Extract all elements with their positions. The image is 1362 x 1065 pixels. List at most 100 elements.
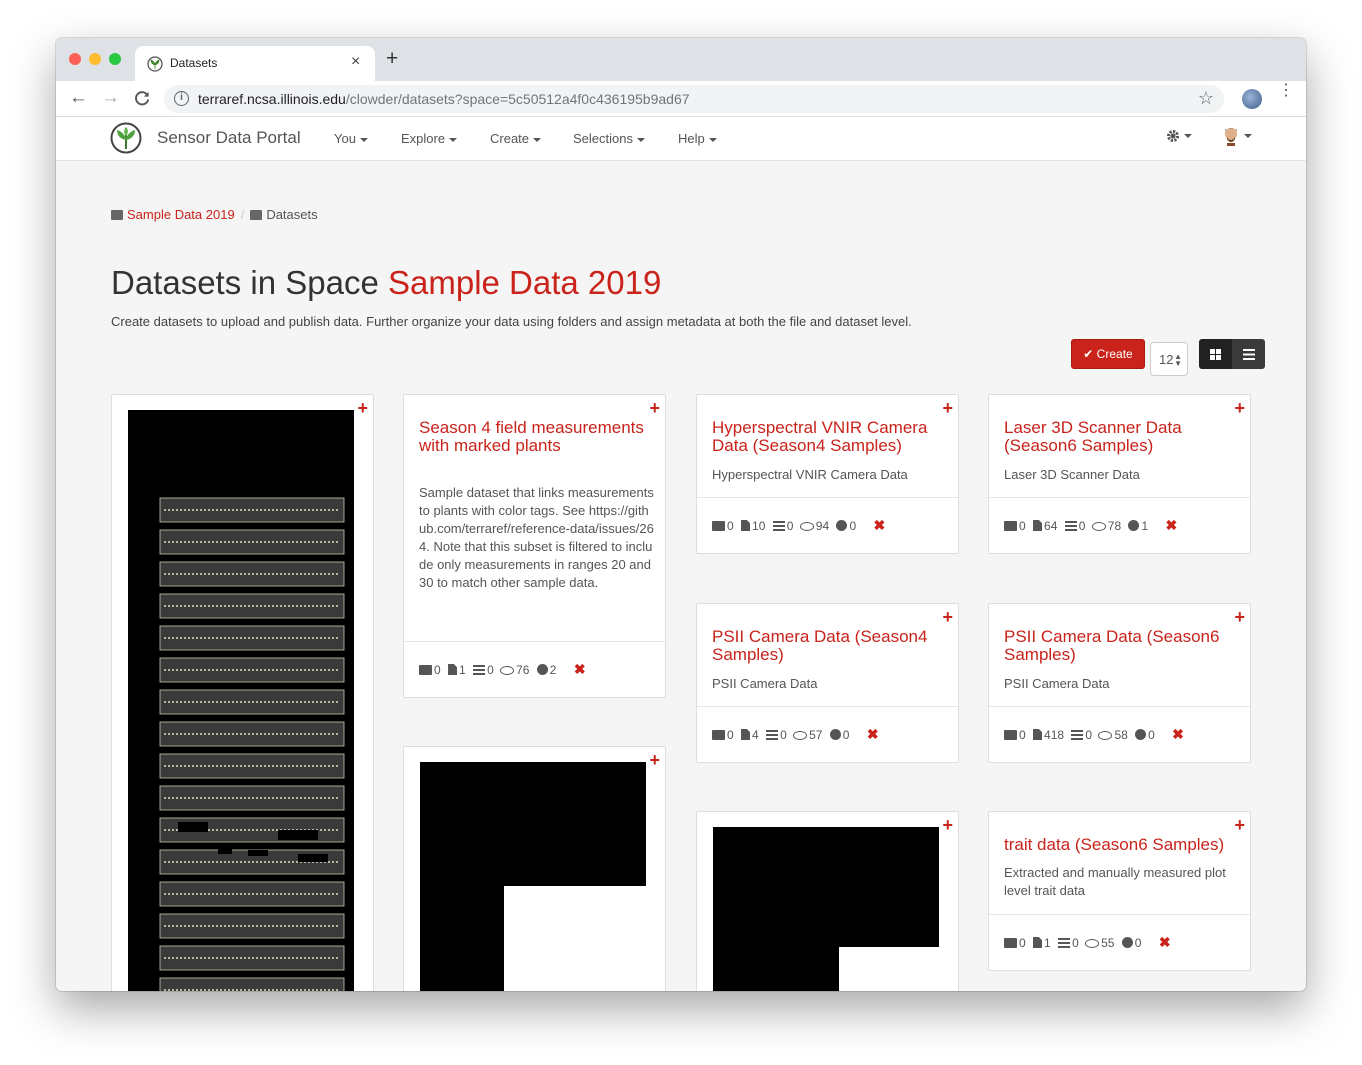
nav-menu-explore[interactable]: Explore — [401, 131, 458, 146]
nav-menu-help[interactable]: Help — [678, 131, 717, 146]
new-tab-button[interactable]: + — [386, 48, 398, 69]
download-icon — [829, 729, 841, 740]
dataset-card[interactable]: + PSII Camera Data (Season4 Samples) PSI… — [696, 603, 959, 763]
dataset-card[interactable]: + Laser 3D Scanner Data (Season6 Samples… — [988, 394, 1251, 554]
add-to-collection-icon[interactable]: + — [1234, 398, 1245, 418]
dataset-stats-row: 0 418 0 58 0 ✖ — [1004, 726, 1184, 743]
dataset-card[interactable]: + Hyperspectral VNIR Camera Data (Season… — [696, 394, 959, 554]
page-size-value: 12 — [1159, 352, 1174, 367]
add-to-collection-icon[interactable]: + — [942, 398, 953, 418]
file-icon — [1033, 520, 1043, 531]
back-button[interactable]: ← — [69, 88, 88, 108]
list-view-button[interactable] — [1232, 339, 1265, 369]
dataset-description: PSII Camera Data — [712, 676, 818, 691]
browser-tab[interactable]: Datasets × — [135, 46, 375, 81]
eye-icon — [500, 666, 515, 675]
view-count: 55 — [1101, 936, 1115, 950]
close-window-button[interactable] — [69, 53, 81, 65]
site-favicon-icon — [147, 56, 163, 72]
folder-count: 0 — [727, 728, 734, 742]
settings-menu[interactable] — [1166, 127, 1192, 145]
nav-menu-create[interactable]: Create — [490, 131, 542, 146]
dataset-card[interactable]: + Season 4 field measurements with marke… — [403, 394, 666, 698]
user-menu[interactable] — [1222, 126, 1252, 146]
brand-name[interactable]: Sensor Data Portal — [157, 128, 301, 148]
address-bar[interactable]: i terraref.ncsa.illinois.edu/clowder/dat… — [164, 85, 1224, 113]
folder-count: 0 — [1019, 519, 1026, 533]
dataset-title-link[interactable]: Hyperspectral VNIR Camera Data (Season4 … — [712, 419, 942, 455]
delete-dataset-icon[interactable]: ✖ — [1172, 726, 1184, 742]
dataset-stats: 0 4 0 57 0 ✖ — [697, 706, 958, 762]
add-to-collection-icon[interactable]: + — [357, 398, 368, 418]
breadcrumb-space-link[interactable]: Sample Data 2019 — [127, 207, 235, 222]
minimize-window-button[interactable] — [89, 53, 101, 65]
nav-menu-you[interactable]: You — [334, 131, 368, 146]
dataset-title-link[interactable]: PSII Camera Data (Season6 Samples) — [1004, 628, 1234, 664]
dataset-card[interactable]: + trait data (Season6 Samples) Extracted… — [988, 811, 1251, 971]
metadata-count: 0 — [487, 663, 494, 677]
metadata-count: 0 — [1085, 728, 1093, 742]
file-count: 4 — [752, 728, 759, 742]
briefcase-icon — [250, 210, 263, 220]
url-path: /clowder/datasets?space=5c50512a4f0c4361… — [345, 91, 690, 107]
brand-logo-icon[interactable] — [110, 122, 142, 154]
folder-icon — [712, 730, 725, 740]
folder-count: 0 — [727, 519, 734, 533]
metadata-list-icon — [772, 521, 785, 531]
delete-dataset-icon[interactable]: ✖ — [867, 726, 879, 742]
dataset-title-link[interactable]: Season 4 field measurements with marked … — [419, 419, 649, 455]
dataset-title-link[interactable]: Laser 3D Scanner Data (Season6 Samples) — [1004, 419, 1234, 455]
page-description: Create datasets to upload and publish da… — [111, 314, 912, 329]
dataset-card-thumbnail[interactable]: + — [696, 811, 959, 991]
tab-close-icon[interactable]: × — [351, 53, 360, 71]
download-count: 1 — [1141, 519, 1149, 533]
dataset-description: PSII Camera Data — [1004, 676, 1110, 691]
create-dataset-button[interactable]: ✔ Create — [1071, 339, 1145, 369]
file-count: 418 — [1044, 728, 1065, 742]
tab-title: Datasets — [170, 56, 218, 70]
breadcrumb: Sample Data 2019 / Datasets — [111, 207, 318, 222]
metadata-list-icon — [473, 665, 486, 675]
view-count: 57 — [809, 728, 823, 742]
add-to-collection-icon[interactable]: + — [649, 398, 660, 418]
download-icon — [1128, 520, 1140, 531]
maximize-window-button[interactable] — [109, 53, 121, 65]
add-to-collection-icon[interactable]: + — [649, 750, 660, 770]
dataset-description: Extracted and manually measured plot lev… — [1004, 865, 1226, 898]
chevron-down-icon — [1184, 133, 1192, 138]
metadata-count: 0 — [780, 728, 787, 742]
chevron-down-icon — [1244, 134, 1252, 138]
browser-toolbar: ← → i terraref.ncsa.illinois.edu/clowder… — [56, 81, 1306, 117]
forward-button[interactable]: → — [101, 88, 120, 108]
breadcrumb-current: Datasets — [266, 207, 318, 222]
browser-menu-icon[interactable]: ⋮ — [1278, 83, 1294, 99]
delete-dataset-icon[interactable]: ✖ — [574, 661, 586, 677]
nav-menu-selections[interactable]: Selections — [573, 131, 645, 146]
add-to-collection-icon[interactable]: + — [942, 815, 953, 835]
page-size-select[interactable]: 12 ▲ ▼ — [1150, 342, 1188, 376]
grid-view-button[interactable] — [1199, 339, 1232, 369]
title-space-link[interactable]: Sample Data 2019 — [388, 264, 661, 301]
grid-icon — [1210, 349, 1221, 360]
dataset-card-thumbnail[interactable]: + — [111, 394, 374, 991]
nav-menu-label: Help — [678, 131, 705, 146]
reload-icon[interactable] — [134, 90, 151, 107]
breadcrumb-separator: / — [240, 207, 245, 222]
add-to-collection-icon[interactable]: + — [1234, 815, 1245, 835]
site-info-icon[interactable]: i — [174, 91, 189, 106]
bookmark-star-icon[interactable]: ☆ — [1198, 88, 1214, 109]
add-to-collection-icon[interactable]: + — [1234, 607, 1245, 627]
download-count: 0 — [849, 519, 857, 533]
profile-avatar[interactable] — [1242, 89, 1262, 109]
folder-icon — [1004, 730, 1017, 740]
delete-dataset-icon[interactable]: ✖ — [874, 517, 886, 533]
dataset-card-thumbnail[interactable]: + — [403, 746, 666, 991]
view-count: 94 — [815, 519, 830, 533]
delete-dataset-icon[interactable]: ✖ — [1166, 517, 1178, 533]
dataset-title-link[interactable]: trait data (Season6 Samples) — [1004, 836, 1234, 854]
dataset-card[interactable]: + PSII Camera Data (Season6 Samples) PSI… — [988, 603, 1251, 763]
dataset-title-link[interactable]: PSII Camera Data (Season4 Samples) — [712, 628, 942, 664]
dataset-stats-row: 0 1 0 55 0 ✖ — [1004, 934, 1171, 951]
delete-dataset-icon[interactable]: ✖ — [1159, 934, 1171, 950]
add-to-collection-icon[interactable]: + — [942, 607, 953, 627]
